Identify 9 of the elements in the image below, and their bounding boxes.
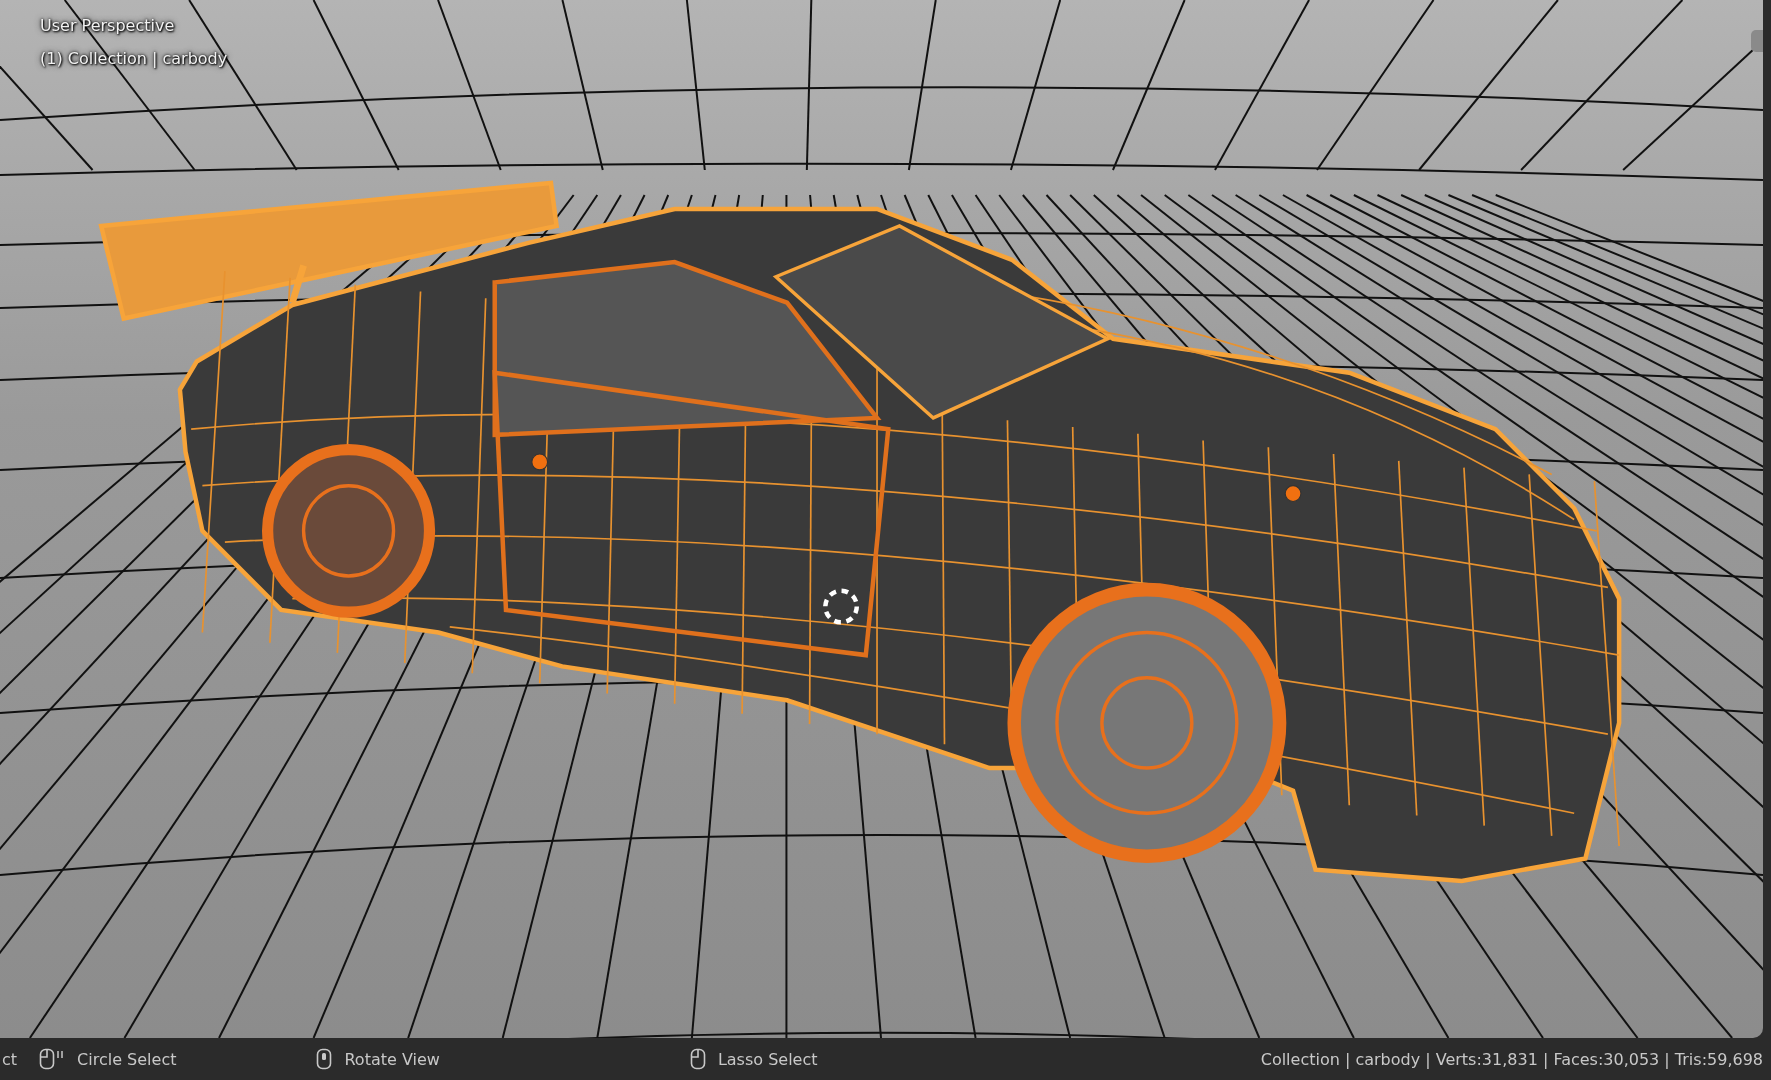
status-hint-label: Lasso Select <box>717 1049 818 1069</box>
mouse-icon <box>689 1048 706 1070</box>
scene-stats-text: Collection | carbody | Verts:31,831 | Faces:30,053 | Tris:59,698 <box>1260 1049 1763 1069</box>
status-hint-label: Rotate View <box>344 1049 440 1069</box>
sidebar-toggle-tab[interactable] <box>1751 30 1763 52</box>
status-hint-label: Circle Select <box>77 1049 177 1069</box>
mouse-icon <box>316 1048 333 1070</box>
status-hint-label: ct <box>2 1049 18 1069</box>
mouse-icon <box>39 1048 66 1070</box>
